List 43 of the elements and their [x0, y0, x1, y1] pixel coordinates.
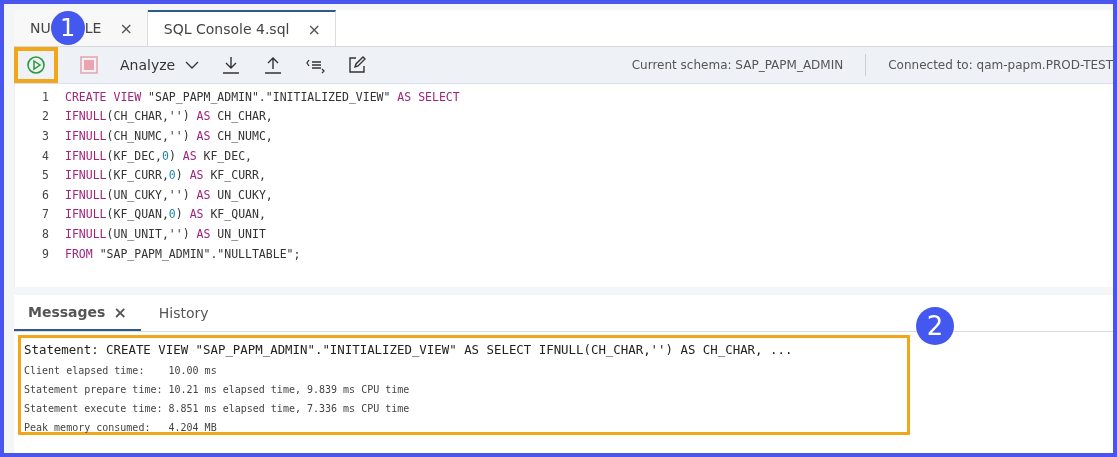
message-line: Statement prepare time: 10.21 ms elapsed time, 9.839 ms CPU time: [24, 383, 411, 397]
line-number: 7: [41, 207, 50, 222]
edit-icon[interactable]: [347, 55, 368, 75]
statement-text: Statement: CREATE VIEW "SAP_PAPM_ADMIN"."INITIALIZED_VIEW" AS SELECT IFNULL(CH_CHAR,'') AS CH_CHAR, ...: [24, 342, 794, 357]
line-number: 4: [41, 148, 50, 163]
chevron-down-icon: [185, 61, 200, 69]
message-line: Peak memory consumed: 4.204 MB: [24, 421, 218, 435]
code-line: CREATE VIEW "SAP_PAPM_ADMIN"."INITIALIZED_VIEW" AS SELECT: [65, 89, 460, 104]
download-icon[interactable]: [221, 55, 242, 75]
line-number: 1: [41, 89, 50, 104]
upload-icon[interactable]: [263, 55, 284, 75]
result-tab[interactable]: History: [144, 295, 223, 331]
code-line: IFNULL(KF_CURR,0) AS KF_CURR,: [65, 168, 266, 183]
tab-label: History: [158, 305, 209, 321]
code-line: IFNULL(UN_CUKY,'') AS UN_CUKY,: [65, 187, 273, 202]
tab-label: Messages: [28, 304, 106, 320]
code-line: IFNULL(KF_QUAN,0) AS KF_QUAN,: [65, 207, 266, 222]
line-number: 8: [41, 226, 50, 241]
code-line: FROM "SAP_PAPM_ADMIN"."NULLTABLE";: [65, 246, 301, 261]
schema-label: Current schema: SAP_PAPM_ADMIN: [631, 58, 844, 72]
code-line: IFNULL(CH_NUMC,'') AS CH_NUMC,: [65, 129, 273, 143]
close-icon[interactable]: ×: [113, 302, 127, 322]
tab-label: SQL Console 4.sql: [163, 21, 290, 37]
close-icon[interactable]: ×: [307, 19, 321, 39]
callout-badge: 1: [50, 11, 85, 45]
connection-label: Connected to: qam-papm.PROD-TEST: [888, 58, 1113, 72]
editor-tab[interactable]: NU 1 LE ×: [14, 10, 148, 46]
line-number: 2: [41, 109, 50, 124]
tab-label: LE: [84, 20, 102, 36]
line-number: 3: [41, 129, 50, 143]
code-line: IFNULL(CH_CHAR,'') AS CH_CHAR,: [65, 109, 273, 124]
line-number: 5: [41, 168, 50, 183]
run-icon[interactable]: [26, 55, 46, 75]
tab-label: NU: [30, 20, 51, 36]
close-icon[interactable]: ×: [119, 18, 133, 38]
code-line: IFNULL(UN_UNIT,'') AS UN_UNIT: [65, 226, 266, 241]
analyze-dropdown[interactable]: Analyze: [120, 57, 200, 73]
message-line: Client elapsed time: 10.00 ms: [24, 364, 218, 378]
code-editor[interactable]: [14, 84, 1113, 287]
code-line: IFNULL(KF_DEC,0) AS KF_DEC,: [65, 148, 252, 163]
message-line: Statement execute time: 8.851 ms elapsed time, 7.336 ms CPU time: [24, 402, 411, 416]
line-number: 6: [41, 187, 50, 202]
line-number: 9: [41, 246, 50, 261]
